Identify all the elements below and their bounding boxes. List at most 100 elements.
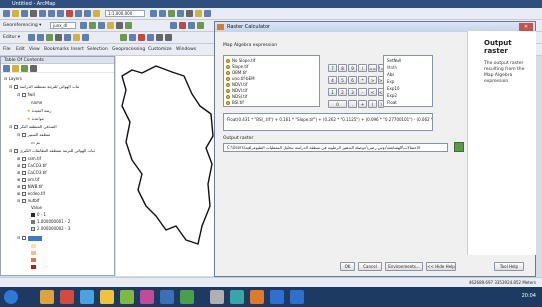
layer-visibility-checkbox[interactable] [21, 199, 26, 203]
select-icon[interactable] [195, 10, 202, 17]
function-item[interactable]: Exp2 [387, 93, 397, 98]
redo-icon[interactable] [84, 10, 91, 17]
print-icon[interactable] [30, 10, 37, 17]
identify-icon[interactable] [186, 10, 193, 17]
toc-item[interactable]: ⊟ منطقة السبير [17, 132, 50, 137]
raster-icon[interactable] [170, 22, 177, 29]
sketch-tool-icon[interactable] [37, 34, 44, 41]
layer-visibility-checkbox[interactable] [21, 171, 26, 175]
layer-visibility-checkbox[interactable] [21, 164, 26, 168]
paste-icon[interactable] [57, 10, 64, 17]
list-by-source-icon[interactable] [12, 65, 19, 72]
map-view[interactable] [116, 56, 214, 276]
excel-icon[interactable] [180, 290, 194, 304]
explorer-icon[interactable] [40, 290, 54, 304]
cut-icon[interactable] [39, 10, 46, 17]
list-by-drawing-order-icon[interactable] [3, 65, 10, 72]
add-data-icon[interactable] [93, 10, 100, 17]
key-7[interactable]: 7 [328, 64, 337, 72]
key-4[interactable]: 4 [328, 76, 337, 84]
function-item[interactable]: Exp [387, 79, 394, 84]
text-icon[interactable] [129, 34, 136, 41]
cancel-button[interactable]: Cancel [358, 262, 382, 271]
scale-dropdown[interactable]: 1:1,000,000 [105, 10, 145, 17]
toc-item[interactable]: ⊟ fwd [17, 92, 35, 97]
zoom-in-icon[interactable] [150, 10, 157, 17]
edit-tool-icon[interactable] [28, 34, 35, 41]
toc-item[interactable]: ⊞ CaCO3.tif [17, 170, 47, 175]
key-decimal[interactable]: . [348, 100, 357, 108]
adobe-reader-icon[interactable] [60, 290, 74, 304]
layer-visibility-checkbox[interactable] [21, 133, 26, 137]
close-button[interactable]: ✕ [519, 23, 533, 31]
full-extent-icon[interactable] [177, 10, 184, 17]
zoom-out-icon[interactable] [159, 10, 166, 17]
menu-edit[interactable]: Edit [16, 47, 25, 52]
key-plus[interactable]: + [358, 100, 367, 108]
environments-button[interactable]: Environments... [385, 262, 423, 271]
save-icon[interactable] [21, 10, 28, 17]
toc-item[interactable]: ⊞ NWB.tif [17, 184, 43, 189]
word-icon[interactable] [160, 290, 174, 304]
folder-icon[interactable] [100, 290, 114, 304]
menu-file[interactable]: File [3, 47, 11, 52]
key-less[interactable]: < [368, 88, 377, 96]
undo-icon[interactable] [75, 10, 82, 17]
model-builder-icon[interactable] [197, 22, 204, 29]
key-5[interactable]: 5 [338, 76, 347, 84]
expression-textbox[interactable]: Float(0.431 * "BSI_.tif") + 0.161 * "Slo… [223, 113, 433, 131]
menu-view[interactable]: View [29, 47, 40, 52]
layers-and-variables-list[interactable]: No Slope.tif Slope.tif OBM.tif uno.tif-b… [223, 55, 320, 107]
measure-icon[interactable] [204, 10, 211, 17]
open-icon[interactable] [12, 10, 19, 17]
menu-insert[interactable]: Insert [71, 47, 84, 52]
layer-visibility-checkbox[interactable] [13, 125, 18, 129]
layer-visibility-checkbox[interactable] [13, 85, 18, 89]
key-equal[interactable]: == [368, 64, 377, 72]
draw-icon[interactable] [120, 34, 127, 41]
function-item[interactable]: Abs [387, 72, 394, 77]
layers-group[interactable]: ⊟ Layers [4, 76, 22, 81]
browse-folder-icon[interactable] [454, 142, 464, 152]
key-open-paren[interactable]: ( [368, 100, 377, 108]
toc-item-selected[interactable]: ⊟ [17, 235, 42, 241]
hide-help-button[interactable]: << Hide Help [426, 262, 456, 271]
key-6[interactable]: 6 [348, 76, 357, 84]
function-group[interactable]: Math [387, 65, 397, 70]
new-map-icon[interactable] [3, 10, 10, 17]
layer-visibility-checkbox[interactable] [21, 93, 26, 97]
layer-variable-item[interactable]: OBM.tif [226, 70, 247, 75]
copy-icon[interactable] [48, 10, 55, 17]
python-icon[interactable] [188, 22, 195, 29]
key-0[interactable]: 0 [328, 100, 347, 108]
start-button-icon[interactable] [4, 290, 18, 304]
vertex-icon[interactable] [46, 34, 53, 41]
key-multiply[interactable]: * [358, 76, 367, 84]
key-greater[interactable]: > [368, 76, 377, 84]
ok-button[interactable]: OK [340, 262, 355, 271]
layer-variable-item[interactable]: Slope.tif [226, 64, 248, 69]
layer-variable-item[interactable]: NDSI.tif [226, 94, 247, 99]
key-2[interactable]: 2 [338, 88, 347, 96]
key-1[interactable]: 1 [328, 88, 337, 96]
layer-visibility-checkbox[interactable] [21, 192, 26, 196]
function-item[interactable]: SetNull [387, 58, 401, 63]
function-item[interactable]: Float [387, 100, 397, 105]
menu-selection[interactable]: Selection [87, 47, 108, 52]
word-icon[interactable] [290, 290, 304, 304]
toc-item[interactable]: ⊞ CaCO3.tif [17, 163, 47, 168]
functions-list[interactable]: SetNull Math Abs Exp Exp10 Exp2 Float [383, 55, 433, 107]
toc-item[interactable]: ⊞ ecdeo.tif [17, 191, 45, 196]
layer-visibility-checkbox[interactable] [21, 157, 26, 161]
layer-variable-item[interactable]: NDVI.tif [226, 82, 247, 87]
georeferencing-menu[interactable]: Georeferencing ▾ [3, 23, 41, 28]
editor-menu[interactable]: Editor ▾ [3, 35, 20, 40]
link-table-icon[interactable] [107, 22, 114, 29]
split-icon[interactable] [55, 34, 62, 41]
italic-icon[interactable] [165, 34, 172, 41]
menu-geoprocessing[interactable]: Geoprocessing [112, 47, 145, 52]
key-9[interactable]: 9 [348, 64, 357, 72]
menu-customize[interactable]: Customize [148, 47, 172, 52]
layer-variable-item[interactable]: uno.tif-bEM [226, 76, 255, 81]
font-icon[interactable] [147, 34, 154, 41]
